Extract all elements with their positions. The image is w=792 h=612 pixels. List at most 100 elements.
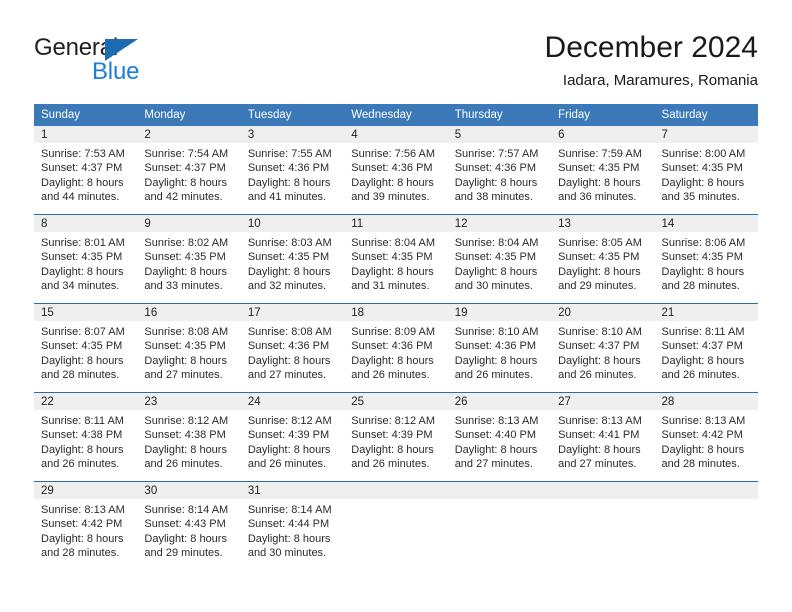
daylight-text-line2: and 30 minutes. [247,547,327,560]
day-details: Sunrise: 8:13 AM Sunset: 4:41 PM Dayligh… [551,410,654,472]
sunrise-text: Sunrise: 8:10 AM [454,326,539,338]
day-number [551,482,655,499]
calendar-body: 1 Sunrise: 7:53 AM Sunset: 4:37 PM Dayli… [34,126,758,570]
calendar-day-cell[interactable]: 1 Sunrise: 7:53 AM Sunset: 4:37 PM Dayli… [34,126,138,215]
calendar-day-cell[interactable]: 29 Sunrise: 8:13 AM Sunset: 4:42 PM Dayl… [34,481,138,570]
calendar-day-cell[interactable]: 5 Sunrise: 7:57 AM Sunset: 4:36 PM Dayli… [447,126,552,215]
calendar-day-cell[interactable]: 27 Sunrise: 8:13 AM Sunset: 4:41 PM Dayl… [551,392,655,482]
daylight-text-line1: Daylight: 8 hours [351,443,434,456]
calendar-day-cell[interactable]: 2 Sunrise: 7:54 AM Sunset: 4:37 PM Dayli… [137,126,241,215]
calendar-day-cell[interactable]: 10 Sunrise: 8:03 AM Sunset: 4:35 PM Dayl… [240,214,345,304]
day-details: Sunrise: 8:00 AM Sunset: 4:35 PM Dayligh… [655,143,758,205]
calendar-day-cell[interactable]: 12 Sunrise: 8:04 AM Sunset: 4:35 PM Dayl… [447,214,552,304]
title-block: December 2024 Iadara, Maramures, Romania [545,30,758,90]
calendar-day-cell[interactable]: 22 Sunrise: 8:11 AM Sunset: 4:38 PM Dayl… [34,392,138,482]
day-number: 1 [34,126,138,143]
calendar-page: General Blue December 2024 Iadara, Maram… [0,0,792,612]
sunrise-text: Sunrise: 8:02 AM [144,237,229,249]
sunrise-text: Sunrise: 7:57 AM [454,148,539,160]
day-details: Sunrise: 8:06 AM Sunset: 4:35 PM Dayligh… [655,232,758,294]
day-details: Sunrise: 8:07 AM Sunset: 4:35 PM Dayligh… [34,321,137,383]
day-number: 17 [240,304,345,321]
daylight-text-line1: Daylight: 8 hours [144,176,227,189]
sunset-text: Sunset: 4:36 PM [454,340,537,353]
day-number [344,482,448,499]
calendar-day-cell[interactable]: 18 Sunrise: 8:09 AM Sunset: 4:36 PM Dayl… [344,303,448,393]
calendar-day-cell[interactable]: 30 Sunrise: 8:14 AM Sunset: 4:43 PM Dayl… [137,481,241,570]
sunrise-text: Sunrise: 8:14 AM [247,504,332,516]
calendar-day-cell[interactable]: 24 Sunrise: 8:12 AM Sunset: 4:39 PM Dayl… [240,392,345,482]
daylight-text-line2: and 41 minutes. [247,191,327,204]
page-title: December 2024 [544,31,758,64]
calendar-day-cell[interactable]: 15 Sunrise: 8:07 AM Sunset: 4:35 PM Dayl… [34,303,138,393]
sunset-text: Sunset: 4:35 PM [351,251,433,264]
sunrise-text: Sunrise: 8:12 AM [144,415,229,427]
calendar-day-cell[interactable]: 3 Sunrise: 7:55 AM Sunset: 4:36 PM Dayli… [240,126,345,215]
calendar-day-cell[interactable]: 17 Sunrise: 8:08 AM Sunset: 4:36 PM Dayl… [240,303,345,393]
calendar-day-cell[interactable]: 21 Sunrise: 8:11 AM Sunset: 4:37 PM Dayl… [654,303,758,393]
daylight-text-line2: and 27 minutes. [454,458,533,471]
day-number: 30 [137,482,241,499]
calendar-day-cell[interactable]: 19 Sunrise: 8:10 AM Sunset: 4:36 PM Dayl… [447,303,552,393]
daylight-text-line2: and 38 minutes. [454,191,533,204]
daylight-text-line1: Daylight: 8 hours [558,443,641,456]
daylight-text-line1: Daylight: 8 hours [558,176,641,189]
sunset-text: Sunset: 4:37 PM [41,162,123,175]
sunrise-text: Sunrise: 8:05 AM [558,237,642,249]
day-details: Sunrise: 8:14 AM Sunset: 4:43 PM Dayligh… [137,499,240,561]
day-details: Sunrise: 8:13 AM Sunset: 4:42 PM Dayligh… [655,410,758,472]
sunrise-text: Sunrise: 8:12 AM [247,415,332,427]
daylight-text-line2: and 35 minutes. [661,191,740,204]
day-number: 26 [447,393,552,410]
day-number: 18 [344,304,448,321]
day-number: 8 [34,215,138,232]
calendar-day-cell[interactable]: 4 Sunrise: 7:56 AM Sunset: 4:36 PM Dayli… [344,126,448,215]
calendar-day-cell[interactable]: 8 Sunrise: 8:01 AM Sunset: 4:35 PM Dayli… [34,214,138,304]
calendar-day-cell[interactable]: 31 Sunrise: 8:14 AM Sunset: 4:44 PM Dayl… [240,481,345,570]
daylight-text-line2: and 39 minutes. [351,191,430,204]
calendar-week-row: 22 Sunrise: 8:11 AM Sunset: 4:38 PM Dayl… [34,392,758,482]
calendar-day-cell[interactable]: 9 Sunrise: 8:02 AM Sunset: 4:35 PM Dayli… [137,214,241,304]
day-details: Sunrise: 7:57 AM Sunset: 4:36 PM Dayligh… [448,143,551,205]
daylight-text-line1: Daylight: 8 hours [454,176,538,189]
calendar-day-cell[interactable]: 13 Sunrise: 8:05 AM Sunset: 4:35 PM Dayl… [551,214,655,304]
general-blue-logo[interactable]: General Blue [34,34,254,88]
calendar-day-cell[interactable]: 25 Sunrise: 8:12 AM Sunset: 4:39 PM Dayl… [344,392,448,482]
daylight-text-line2: and 33 minutes. [144,280,223,293]
calendar-week-row: 15 Sunrise: 8:07 AM Sunset: 4:35 PM Dayl… [34,303,758,393]
calendar-day-cell[interactable]: 7 Sunrise: 8:00 AM Sunset: 4:35 PM Dayli… [654,126,758,215]
daylight-text-line1: Daylight: 8 hours [41,265,124,278]
sunset-text: Sunset: 4:35 PM [41,340,123,353]
sunset-text: Sunset: 4:38 PM [144,429,226,442]
calendar-day-cell[interactable]: 11 Sunrise: 8:04 AM Sunset: 4:35 PM Dayl… [344,214,448,304]
daylight-text-line2: and 26 minutes. [41,458,120,471]
calendar-day-cell[interactable]: 28 Sunrise: 8:13 AM Sunset: 4:42 PM Dayl… [654,392,758,482]
daylight-text-line2: and 29 minutes. [558,280,637,293]
calendar-day-cell[interactable]: 16 Sunrise: 8:08 AM Sunset: 4:35 PM Dayl… [137,303,241,393]
daylight-text-line2: and 44 minutes. [41,191,120,204]
calendar-table: Sunday Monday Tuesday Wednesday Thursday… [34,104,758,570]
daylight-text-line2: and 28 minutes. [41,369,120,382]
calendar-day-cell[interactable]: 14 Sunrise: 8:06 AM Sunset: 4:35 PM Dayl… [654,214,758,304]
day-details: Sunrise: 8:02 AM Sunset: 4:35 PM Dayligh… [137,232,240,294]
daylight-text-line1: Daylight: 8 hours [454,265,538,278]
daylight-text-line2: and 32 minutes. [247,280,327,293]
sunset-text: Sunset: 4:36 PM [247,340,330,353]
day-details: Sunrise: 8:12 AM Sunset: 4:39 PM Dayligh… [241,410,344,472]
sunset-text: Sunset: 4:35 PM [454,251,537,264]
calendar-grid: Sunday Monday Tuesday Wednesday Thursday… [34,104,758,570]
daylight-text-line1: Daylight: 8 hours [558,354,641,367]
daylight-text-line2: and 28 minutes. [661,280,740,293]
calendar-day-cell[interactable]: 20 Sunrise: 8:10 AM Sunset: 4:37 PM Dayl… [551,303,655,393]
sunrise-text: Sunrise: 7:55 AM [247,148,332,160]
daylight-text-line2: and 29 minutes. [144,547,223,560]
calendar-week-row: 29 Sunrise: 8:13 AM Sunset: 4:42 PM Dayl… [34,481,758,570]
calendar-day-cell[interactable]: 6 Sunrise: 7:59 AM Sunset: 4:35 PM Dayli… [551,126,655,215]
daylight-text-line2: and 27 minutes. [247,369,327,382]
calendar-day-cell[interactable]: 23 Sunrise: 8:12 AM Sunset: 4:38 PM Dayl… [137,392,241,482]
sunset-text: Sunset: 4:42 PM [661,429,743,442]
day-details: Sunrise: 8:08 AM Sunset: 4:36 PM Dayligh… [241,321,344,383]
sunrise-text: Sunrise: 7:56 AM [351,148,436,160]
calendar-day-cell[interactable]: 26 Sunrise: 8:13 AM Sunset: 4:40 PM Dayl… [447,392,552,482]
daylight-text-line1: Daylight: 8 hours [351,354,434,367]
